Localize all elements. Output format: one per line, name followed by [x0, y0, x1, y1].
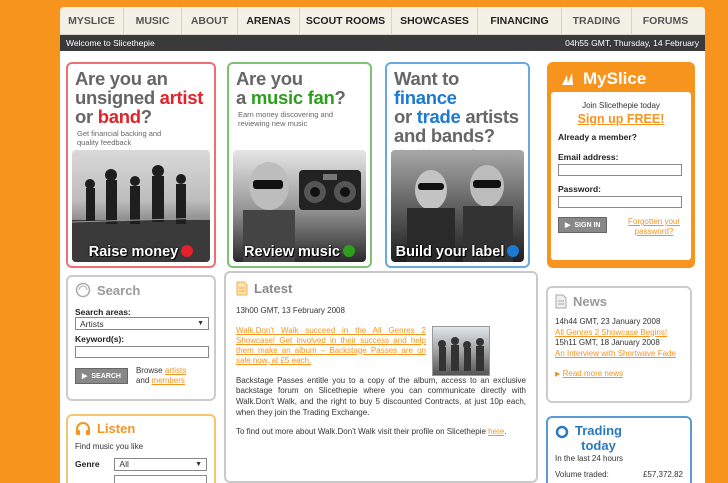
- trading-period: In the last 24 hours: [555, 454, 624, 463]
- latest-header: Latest: [236, 281, 526, 296]
- keyword-label: Keyword(s):: [75, 334, 125, 344]
- nav-music[interactable]: MUSIC: [124, 7, 182, 34]
- join-text: Join Slicethepie today: [582, 101, 660, 110]
- raise-money-link[interactable]: Raise money: [68, 244, 214, 260]
- review-music-link[interactable]: Review music: [229, 244, 370, 260]
- genre-select[interactable]: All ▼: [114, 457, 207, 471]
- find-music-text: Find music you like: [75, 442, 144, 451]
- volume-row: Volume traded: £57,372.82: [555, 469, 683, 479]
- current-datetime: 04h55 GMT, Thursday, 14 February: [565, 38, 699, 48]
- play-icon: ▶: [565, 222, 571, 229]
- news-panel: News 14h44 GMT, 23 January 2008 All Genr…: [546, 286, 692, 403]
- promo-artist[interactable]: Are you an unsigned artist or band? Get …: [66, 62, 216, 268]
- document-icon: [236, 281, 248, 296]
- search-icon: [75, 282, 91, 298]
- arrow-right-icon: [181, 245, 194, 257]
- nav-forums[interactable]: FORUMS: [632, 7, 699, 34]
- nav-showcases[interactable]: SHOWCASES: [392, 7, 478, 34]
- search-areas-label: Search areas:: [75, 307, 131, 317]
- arrow-right-icon: ▶: [555, 371, 561, 378]
- main-nav: MYSLICE MUSIC ABOUT ARENAS SCOUT ROOMS S…: [60, 7, 705, 35]
- sign-in-button[interactable]: ▶ SIGN IN: [558, 217, 608, 233]
- arrow-right-icon: [507, 245, 520, 257]
- news-item-link[interactable]: All Genres 2 Showcase Begins!: [555, 328, 683, 339]
- myslice-title: MySlice: [583, 69, 647, 88]
- welcome-bar: Welcome to Slicethepie 04h55 GMT, Thursd…: [60, 35, 705, 51]
- signup-link[interactable]: Sign up FREE!: [558, 112, 684, 126]
- build-label-link[interactable]: Build your label: [387, 244, 528, 260]
- arrow-right-icon: [342, 245, 355, 257]
- listen-header: Listen: [75, 421, 207, 436]
- myslice-panel: MySlice Join Slicethepie today Sign up F…: [547, 62, 695, 268]
- news-item-date: 14h44 GMT, 23 January 2008: [555, 317, 661, 326]
- trading-header: Trading today: [555, 423, 683, 453]
- second-filter-select[interactable]: [114, 474, 207, 483]
- search-button[interactable]: ▶ SEARCH: [75, 368, 128, 384]
- password-field[interactable]: [558, 196, 682, 208]
- chevron-down-icon: ▼: [197, 320, 204, 327]
- email-label: Email address:: [558, 152, 619, 162]
- promo-finance-heading: Want to finance or trade artists and ban…: [394, 68, 519, 146]
- trading-panel: Trading today In the last 24 hours Volum…: [546, 416, 692, 483]
- email-field[interactable]: [558, 164, 682, 176]
- myslice-header: MySlice: [551, 66, 691, 92]
- welcome-text: Welcome to Slicethepie: [66, 38, 155, 48]
- headphones-icon: [76, 422, 90, 435]
- volume-value: £57,372.82: [642, 469, 683, 479]
- chevron-down-icon: ▼: [195, 460, 202, 468]
- promo-finance[interactable]: Want to finance or trade artists and ban…: [385, 62, 530, 268]
- forgot-password-link[interactable]: Forgotten your password?: [624, 217, 684, 237]
- browse-members-link[interactable]: members: [152, 376, 185, 385]
- latest-more: To find out more about Walk.Don't Walk v…: [236, 426, 507, 436]
- page-container: MYSLICE MUSIC ABOUT ARENAS SCOUT ROOMS S…: [60, 7, 705, 483]
- login-box: Join Slicethepie today Sign up FREE! Alr…: [551, 92, 691, 260]
- search-area-select[interactable]: Artists ▼: [75, 317, 209, 330]
- slice-logo-icon: [562, 73, 573, 85]
- document-icon: [555, 294, 567, 309]
- password-label: Password:: [558, 184, 601, 194]
- search-panel: Search Search areas: Artists ▼ Keyword(s)…: [66, 275, 216, 401]
- news-header: News: [555, 294, 683, 309]
- latest-date: 13h00 GMT, 13 February 2008: [236, 306, 345, 315]
- listen-panel: Listen Find music you like Genre All ▼: [66, 414, 216, 483]
- nav-financing[interactable]: FINANCING: [478, 7, 562, 34]
- browse-artists-link[interactable]: artists: [165, 366, 186, 375]
- news-item-date: 15h11 GMT, 18 January 2008: [555, 338, 660, 347]
- promo-fan-heading: Are you a music fan?: [236, 68, 346, 108]
- browse-text: Browse artists and members: [135, 366, 187, 385]
- promo-fan[interactable]: Are you a music fan? Earn money discover…: [227, 62, 372, 268]
- latest-panel: Latest 13h00 GMT, 13 February 2008 Walk.…: [224, 271, 538, 483]
- genre-label: Genre: [75, 459, 100, 469]
- keyword-input[interactable]: [75, 346, 209, 358]
- nav-trading[interactable]: TRADING: [562, 7, 632, 34]
- play-icon: ▶: [82, 373, 88, 380]
- latest-body: Backstage Passes entitle you to a copy o…: [236, 375, 526, 417]
- second-filter-label: [75, 477, 108, 483]
- news-item-link[interactable]: An Interview with Shortwave Fade: [555, 349, 683, 360]
- read-more-news-link[interactable]: ▶ Read more news: [555, 369, 683, 381]
- nav-about[interactable]: ABOUT: [182, 7, 238, 34]
- nav-myslice[interactable]: MYSLICE: [60, 7, 124, 34]
- refresh-icon: [555, 425, 569, 439]
- nav-arenas[interactable]: ARENAS: [238, 7, 300, 34]
- nav-scout-rooms[interactable]: SCOUT ROOMS: [300, 7, 392, 34]
- promo-fan-subtitle: Earn money discovering and reviewing new…: [238, 110, 334, 128]
- member-label: Already a member?: [558, 132, 637, 142]
- profile-link[interactable]: here: [488, 427, 504, 436]
- latest-headline-link[interactable]: Walk.Don't Walk succeed in the All Genre…: [236, 326, 426, 376]
- search-header: Search: [75, 282, 207, 298]
- latest-photo: [432, 325, 490, 376]
- promo-artist-subtitle: Get financial backing and quality feedba…: [77, 129, 162, 147]
- promo-artist-heading: Are you an unsigned artist or band?: [75, 68, 204, 127]
